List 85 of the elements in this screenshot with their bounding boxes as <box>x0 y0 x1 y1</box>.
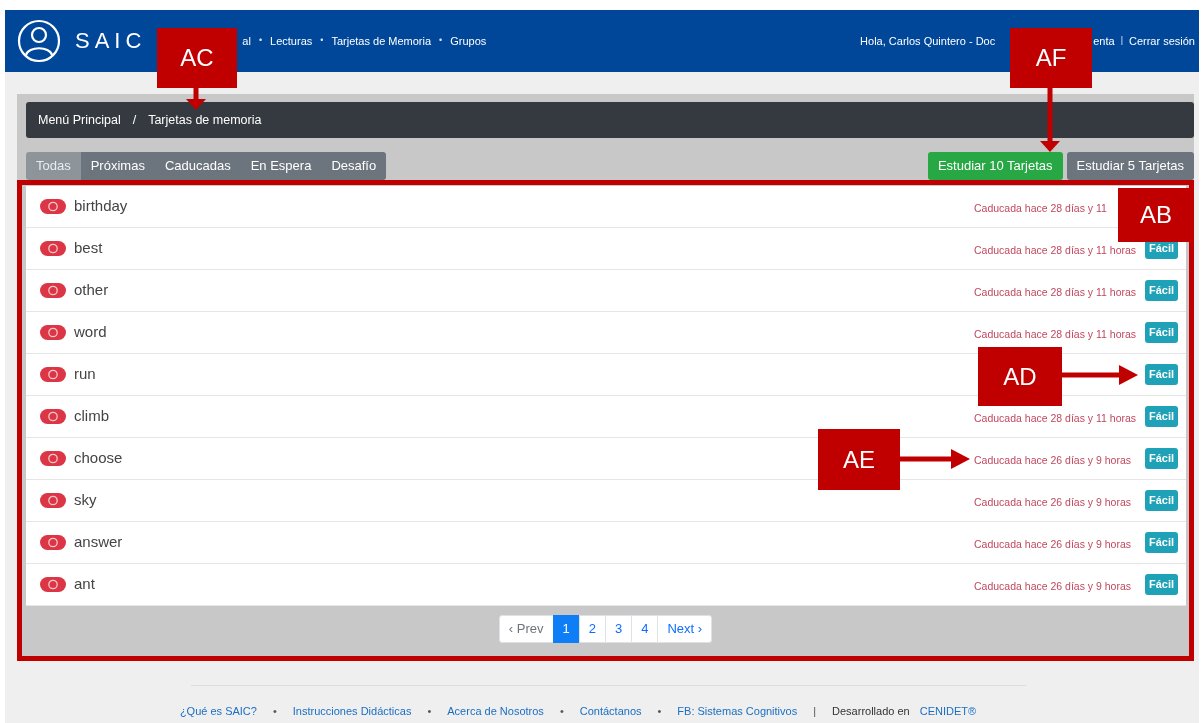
credit-text: Desarrollado en <box>832 704 910 719</box>
nav-separator: • <box>258 34 263 48</box>
toggle-icon[interactable] <box>40 367 66 382</box>
card-word: birthday <box>74 196 128 217</box>
footer-separator: • <box>272 704 277 719</box>
footer-link[interactable]: CENIDET® <box>919 703 977 720</box>
filter-tab[interactable]: En Espera <box>240 152 322 180</box>
filter-tab[interactable]: Desafío <box>321 152 387 180</box>
page-button[interactable]: 3 <box>605 615 633 643</box>
card-word: other <box>74 280 109 301</box>
annotation-tooltip: AF <box>1010 28 1092 88</box>
expiry-text: Caducada hace 28 días y 11 <box>974 201 1107 214</box>
breadcrumb-current: Tarjetas de memoria <box>148 111 262 129</box>
breadcrumb-separator: / <box>132 111 137 129</box>
nav-separator: • <box>439 34 443 48</box>
nav-link[interactable]: Grupos <box>450 32 487 50</box>
page-button[interactable]: ‹ Prev <box>498 615 554 643</box>
annotation-arrow <box>900 449 970 469</box>
card-word: best <box>74 238 103 259</box>
difficulty-badge: Fácil <box>1144 574 1178 595</box>
toggle-icon[interactable] <box>40 325 66 340</box>
footer-separator: | <box>813 704 817 719</box>
difficulty-badge: Fácil <box>1144 322 1178 343</box>
user-link[interactable]: Cerrar sesión <box>1128 32 1195 50</box>
expiry-text: Caducada hace 28 días y 11 horas <box>974 411 1137 424</box>
annotation-tooltip: AC <box>157 28 237 88</box>
difficulty-badge: Fácil <box>1144 280 1178 301</box>
difficulty-badge: Fácil <box>1144 364 1178 385</box>
nav-link[interactable]: al <box>242 32 251 50</box>
footer-separator: • <box>427 704 432 719</box>
expiry-text: Caducada hace 28 días y 11 horas <box>974 327 1137 340</box>
annotation-arrow <box>1040 88 1060 152</box>
card-word: run <box>74 364 96 385</box>
expiry-text: Caducada hace 26 días y 9 horas <box>974 579 1132 592</box>
footer-link[interactable]: Contáctanos <box>579 703 642 720</box>
footer-separator: • <box>559 704 564 719</box>
card-word: ant <box>74 574 95 595</box>
toggle-icon[interactable] <box>40 577 66 592</box>
expiry-text: Caducada hace 28 días y 11 horas <box>974 285 1137 298</box>
footer-link[interactable]: ¿Qué es SAIC? <box>179 703 257 720</box>
account-link[interactable]: enta <box>1093 32 1115 50</box>
toggle-icon[interactable] <box>40 493 66 508</box>
difficulty-badge: Fácil <box>1144 406 1178 427</box>
difficulty-badge: Fácil <box>1144 532 1178 553</box>
toggle-icon[interactable] <box>40 241 66 256</box>
card-word: word <box>74 322 107 343</box>
card-word: answer <box>74 532 123 553</box>
toggle-icon[interactable] <box>40 451 66 466</box>
toggle-icon[interactable] <box>40 535 66 550</box>
expiry-text: Caducada hace 26 días y 9 horas <box>974 495 1132 508</box>
footer-separator: • <box>657 704 662 719</box>
annotation-tooltip: AD <box>978 347 1062 406</box>
footer-link[interactable]: Acerca de Nosotros <box>447 703 544 720</box>
card-word: climb <box>74 406 109 427</box>
page-button[interactable]: 4 <box>631 615 659 643</box>
expiry-text: Caducada hace 28 días y 11 horas <box>974 243 1137 256</box>
brand-logo[interactable]: SAIC <box>75 30 147 52</box>
user-avatar-icon <box>17 19 61 63</box>
study-button[interactable]: Estudiar 10 Tarjetas <box>927 152 1063 180</box>
page-button[interactable]: 1 <box>552 615 580 643</box>
study-button[interactable]: Estudiar 5 Tarjetas <box>1066 152 1194 180</box>
filter-tab[interactable]: Caducadas <box>154 152 241 180</box>
user-link[interactable]: Hola, Carlos Quintero - Doc <box>860 32 996 50</box>
filter-tab[interactable]: Próximas <box>80 152 155 180</box>
difficulty-badge: Fácil <box>1144 490 1178 511</box>
toggle-icon[interactable] <box>40 409 66 424</box>
footer-link[interactable]: Instrucciones Didácticas <box>292 703 412 720</box>
expiry-text: Caducada hace 26 días y 9 horas <box>974 537 1132 550</box>
nav-separator: | <box>1120 34 1123 48</box>
expiry-text: Caducada hace 26 días y 9 horas <box>974 453 1132 466</box>
difficulty-badge: Fácil <box>1144 448 1178 469</box>
annotation-arrow <box>186 88 206 110</box>
nav-link[interactable]: Lecturas <box>270 32 313 50</box>
toggle-icon[interactable] <box>40 283 66 298</box>
breadcrumb-link[interactable]: Menú Principal <box>38 110 121 130</box>
card-word: sky <box>74 490 97 511</box>
card-word: choose <box>74 448 123 469</box>
page-button[interactable]: 2 <box>578 615 606 643</box>
footer-link[interactable]: FB: Sistemas Cognitivos <box>677 703 798 720</box>
annotation-tooltip: AE <box>818 429 900 490</box>
filter-tab[interactable]: Todas <box>26 152 81 180</box>
nav-separator: • <box>320 34 324 48</box>
page-button[interactable]: Next › <box>657 615 713 643</box>
toggle-icon[interactable] <box>40 199 66 214</box>
nav-link[interactable]: Tarjetas de Memoria <box>331 32 432 50</box>
